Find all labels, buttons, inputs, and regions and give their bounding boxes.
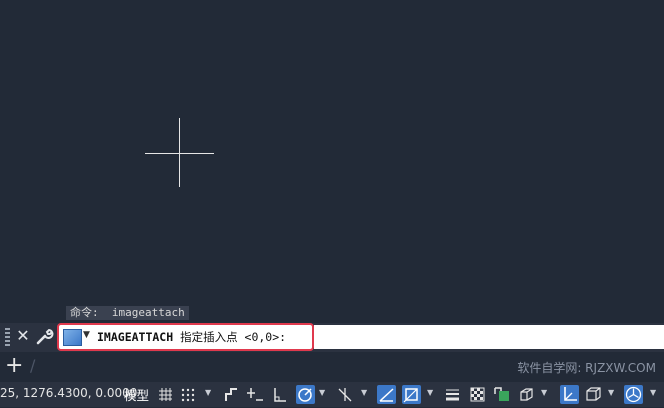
transparency-icon[interactable] [468, 385, 487, 404]
coordinate-readout[interactable]: 25, 1276.4300, 0.0000 [0, 386, 137, 400]
tab-separator: / [30, 356, 36, 375]
selection-cycling-icon[interactable] [492, 385, 511, 404]
close-icon[interactable]: ✕ [14, 326, 32, 346]
watermark-text: 软件自学网: RJZXW.COM [517, 361, 656, 375]
drawing-canvas[interactable] [0, 0, 664, 324]
command-input[interactable]: ▼ IMAGEATTACH 指定插入点 <0,0>: [57, 323, 314, 351]
image-icon[interactable] [63, 329, 82, 346]
gizmo-dropdown-arrow-icon[interactable]: ▼ [650, 388, 656, 397]
snap-mode-dropdown-arrow-icon[interactable]: ▼ [205, 388, 211, 397]
add-layout-button[interactable]: + [5, 354, 23, 378]
grid-icon[interactable] [156, 385, 175, 404]
command-prompt-text: 指定插入点 <0,0>: [173, 330, 287, 344]
snap-icon[interactable] [179, 385, 198, 404]
object-snap-icon[interactable] [402, 385, 421, 404]
isometric-draft-icon[interactable] [336, 385, 355, 404]
crosshair-vertical [179, 118, 180, 187]
command-prompt: IMAGEATTACH 指定插入点 <0,0>: [97, 328, 286, 346]
selection-filter-icon[interactable] [584, 385, 603, 404]
ortho-icon[interactable] [270, 385, 289, 404]
customize-wrench-icon[interactable] [34, 326, 54, 346]
model-space-button[interactable]: 模型 [124, 385, 149, 404]
object-snap-tracking-icon[interactable] [377, 385, 396, 404]
command-history-line: 命令: imageattach [66, 306, 189, 320]
selection-filter-dropdown-arrow-icon[interactable]: ▼ [608, 388, 614, 397]
infer-constraints-icon[interactable] [222, 385, 241, 404]
polar-tracking-icon[interactable] [296, 385, 315, 404]
dynamic-ucs-icon[interactable] [560, 385, 579, 404]
3d-osnap-icon[interactable] [517, 385, 536, 404]
lineweight-icon[interactable] [443, 385, 462, 404]
drag-grip-icon[interactable] [5, 328, 10, 346]
command-name: IMAGEATTACH [97, 330, 174, 344]
polar-dropdown-arrow-icon[interactable]: ▼ [319, 388, 325, 397]
isometric-dropdown-arrow-icon[interactable]: ▼ [361, 388, 367, 397]
command-input-extension[interactable] [314, 325, 664, 349]
chevron-down-icon[interactable]: ▼ [83, 330, 90, 340]
3d-osnap-dropdown-arrow-icon[interactable]: ▼ [541, 388, 547, 397]
object-snap-dropdown-arrow-icon[interactable]: ▼ [427, 388, 433, 397]
gizmo-icon[interactable] [624, 385, 643, 404]
dynamic-input-icon[interactable] [246, 385, 265, 404]
